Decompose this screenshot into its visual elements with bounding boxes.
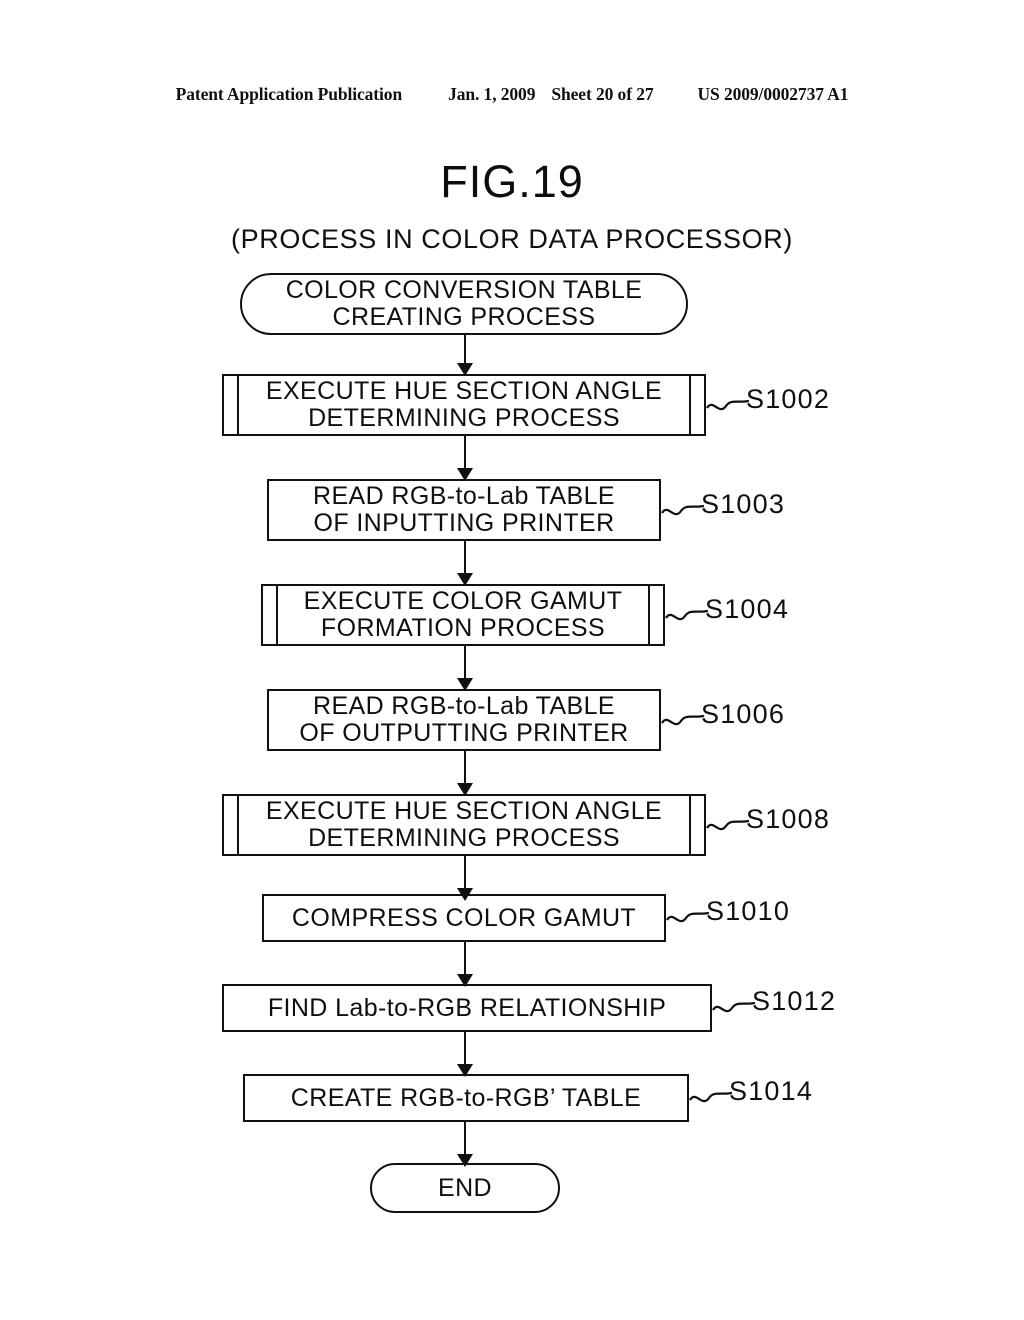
step-label-s1002: S1002 — [746, 384, 831, 414]
flow-node-start-line-1: COLOR CONVERSION TABLE — [285, 276, 643, 304]
leader-line-s1008 — [706, 816, 750, 834]
flow-node-s1006-line-1: READ RGB-to-Lab TABLE — [312, 692, 616, 720]
connector-s1010-to-s1012 — [464, 942, 466, 978]
leader-line-s1006 — [661, 711, 705, 729]
flow-node-s1014: CREATE RGB-to-RGB’ TABLE — [243, 1074, 689, 1122]
flow-node-s1012: FIND Lab-to-RGB RELATIONSHIP — [222, 984, 712, 1032]
flow-node-start-line-2: CREATING PROCESS — [332, 303, 596, 331]
step-label-s1012: S1012 — [752, 986, 837, 1016]
flow-node-s1008-line-1: EXECUTE HUE SECTION ANGLE — [265, 797, 663, 825]
step-label-s1006: S1006 — [701, 699, 786, 729]
flow-node-s1014-line-1: CREATE RGB-to-RGB’ TABLE — [290, 1083, 642, 1112]
flow-node-s1006: READ RGB-to-Lab TABLE OF OUTPUTTING PRIN… — [267, 689, 661, 751]
flow-node-start: COLOR CONVERSION TABLE CREATING PROCESS — [240, 273, 688, 335]
flowchart-diagram: COLOR CONVERSION TABLE CREATING PROCESS … — [0, 0, 1024, 1320]
flow-node-s1004-line-2: FORMATION PROCESS — [320, 614, 606, 642]
connector-s1004-to-s1006 — [464, 646, 466, 682]
step-label-s1008: S1008 — [746, 804, 831, 834]
leader-line-s1004 — [665, 606, 709, 624]
flow-node-s1002-line-2: DETERMINING PROCESS — [308, 404, 620, 432]
flow-node-s1010: COMPRESS COLOR GAMUT — [262, 894, 666, 942]
step-label-s1010: S1010 — [706, 896, 791, 926]
leader-line-s1010 — [666, 908, 710, 926]
flow-node-s1004-line-1: EXECUTE COLOR GAMUT — [303, 587, 623, 615]
step-label-s1014: S1014 — [729, 1076, 814, 1106]
flow-node-s1003-line-1: READ RGB-to-Lab TABLE — [312, 482, 616, 510]
flow-node-end: END — [370, 1163, 560, 1213]
connector-s1014-to-end — [464, 1122, 466, 1158]
flow-node-s1003: READ RGB-to-Lab TABLE OF INPUTTING PRINT… — [267, 479, 661, 541]
flow-node-s1008-line-2: DETERMINING PROCESS — [308, 824, 620, 852]
leader-line-s1014 — [689, 1088, 733, 1106]
connector-s1003-to-s1004 — [464, 541, 466, 577]
flow-node-s1010-line-1: COMPRESS COLOR GAMUT — [291, 903, 637, 932]
flow-node-s1004: EXECUTE COLOR GAMUT FORMATION PROCESS — [261, 584, 665, 646]
leader-line-s1003 — [661, 501, 705, 519]
connector-s1008-to-s1010 — [464, 856, 466, 892]
flow-node-s1008: EXECUTE HUE SECTION ANGLE DETERMINING PR… — [222, 794, 706, 856]
flow-node-s1002: EXECUTE HUE SECTION ANGLE DETERMINING PR… — [222, 374, 706, 436]
flow-node-s1002-line-1: EXECUTE HUE SECTION ANGLE — [265, 377, 663, 405]
flow-node-s1003-line-2: OF INPUTTING PRINTER — [313, 509, 615, 537]
flow-node-end-line-1: END — [438, 1173, 492, 1202]
leader-line-s1002 — [706, 396, 750, 414]
flow-node-s1006-line-2: OF OUTPUTTING PRINTER — [299, 719, 629, 747]
step-label-s1004: S1004 — [705, 594, 790, 624]
connector-s1012-to-s1014 — [464, 1032, 466, 1068]
step-label-s1003: S1003 — [701, 489, 786, 519]
connector-s1002-to-s1003 — [464, 436, 466, 472]
connector-s1006-to-s1008 — [464, 751, 466, 787]
flow-node-s1012-line-1: FIND Lab-to-RGB RELATIONSHIP — [267, 993, 667, 1022]
leader-line-s1012 — [712, 998, 756, 1016]
